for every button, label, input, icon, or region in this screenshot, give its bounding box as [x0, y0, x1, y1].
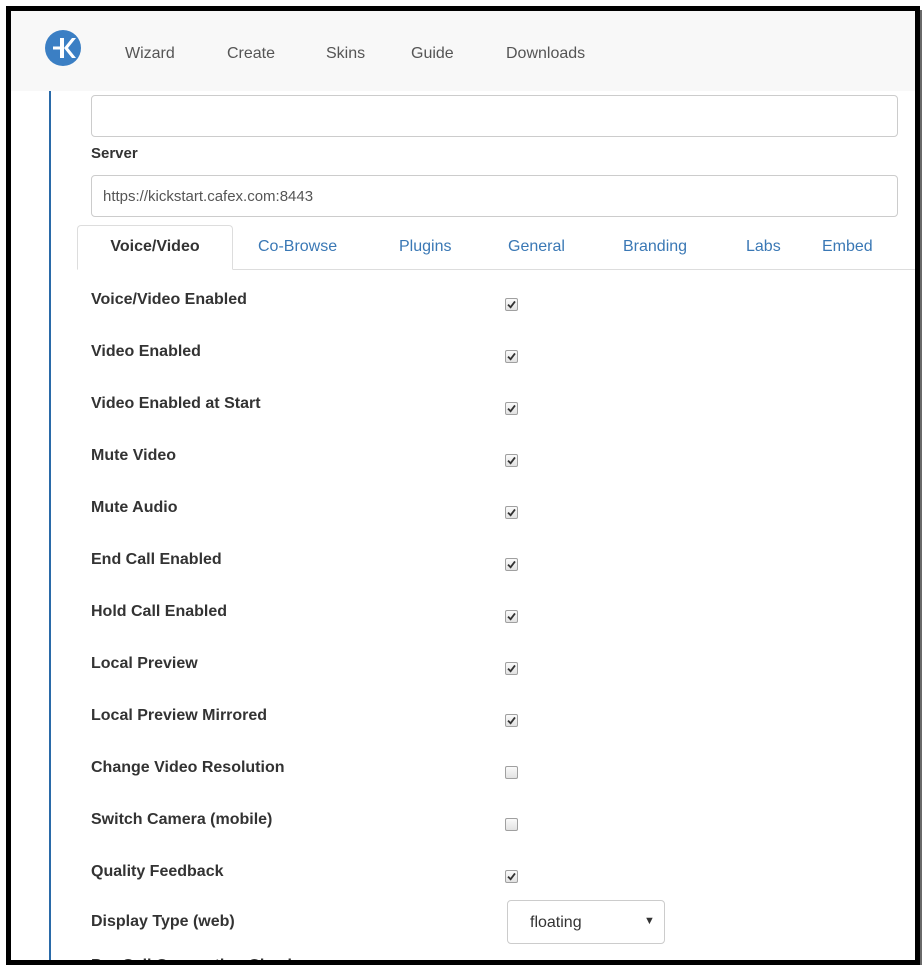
display-type-label: Display Type (web) [91, 913, 235, 930]
left-accent-rule [49, 91, 51, 960]
option-label-mute-audio: Mute Audio [91, 499, 178, 516]
nav-link-guide[interactable]: Guide [411, 45, 454, 63]
nav-link-create[interactable]: Create [227, 45, 275, 63]
option-checkbox-mute-video[interactable] [505, 454, 518, 467]
option-checkbox-video-enabled[interactable] [505, 350, 518, 363]
option-label-hold-call-enabled: Hold Call Enabled [91, 603, 228, 620]
tab-embed[interactable]: Embed [822, 225, 873, 269]
top-navbar: Wizard Create Skins Guide Downloads [11, 11, 915, 91]
option-checkbox-switch-camera[interactable] [505, 818, 518, 831]
option-label-local-preview: Local Preview [91, 655, 198, 672]
top-text-field[interactable] [91, 95, 898, 137]
option-checkbox-video-enabled-at-start[interactable] [505, 402, 518, 415]
nav-link-skins[interactable]: Skins [326, 45, 365, 63]
checkmark-icon [507, 664, 516, 673]
nav-link-downloads[interactable]: Downloads [506, 45, 585, 63]
screenshot-frame: Wizard Create Skins Guide Downloads Serv… [6, 6, 920, 965]
option-label-quality-feedback: Quality Feedback [91, 863, 224, 880]
option-checkbox-local-preview-mirrored[interactable] [505, 714, 518, 727]
nav-link-wizard[interactable]: Wizard [125, 45, 175, 63]
display-type-value: floating [530, 914, 582, 931]
option-label-switch-camera: Switch Camera (mobile) [91, 811, 273, 828]
checkmark-icon [507, 352, 516, 361]
option-checkbox-change-video-resolution[interactable] [505, 766, 518, 779]
checkmark-icon [507, 560, 516, 569]
pre-call-check-label-partial: Pre-Call Connection Check [91, 957, 296, 960]
option-label-end-call-enabled: End Call Enabled [91, 551, 222, 568]
option-checkbox-local-preview[interactable] [505, 662, 518, 675]
server-url-field[interactable] [91, 175, 898, 217]
option-label-local-preview-mirrored: Local Preview Mirrored [91, 707, 268, 724]
option-checkbox-quality-feedback[interactable] [505, 870, 518, 883]
option-label-mute-video: Mute Video [91, 447, 177, 464]
display-type-select[interactable]: floating ▼ [507, 900, 665, 944]
checkmark-icon [507, 456, 516, 465]
server-label: Server [91, 145, 138, 162]
checkmark-icon [507, 300, 516, 309]
option-checkbox-voice-video-enabled[interactable] [505, 298, 518, 311]
checkmark-icon [507, 872, 516, 881]
tab-co-browse[interactable]: Co-Browse [258, 225, 337, 269]
checkmark-icon [507, 508, 516, 517]
tab-voice-video[interactable]: Voice/Video [77, 225, 233, 270]
option-checkbox-mute-audio[interactable] [505, 506, 518, 519]
tab-plugins[interactable]: Plugins [399, 225, 451, 269]
option-label-change-video-resolution: Change Video Resolution [91, 759, 285, 776]
kickstart-logo-icon[interactable] [45, 30, 81, 66]
checkmark-icon [507, 612, 516, 621]
checkmark-icon [507, 404, 516, 413]
tab-general[interactable]: General [508, 225, 565, 269]
option-label-video-enabled-at-start: Video Enabled at Start [91, 395, 261, 412]
caret-down-icon: ▼ [644, 915, 655, 927]
option-checkbox-end-call-enabled[interactable] [505, 558, 518, 571]
tab-branding[interactable]: Branding [623, 225, 687, 269]
option-label-video-enabled: Video Enabled [91, 343, 201, 360]
option-label-voice-video-enabled: Voice/Video Enabled [91, 291, 247, 308]
tab-labs[interactable]: Labs [746, 225, 781, 269]
checkmark-icon [507, 716, 516, 725]
option-checkbox-hold-call-enabled[interactable] [505, 610, 518, 623]
